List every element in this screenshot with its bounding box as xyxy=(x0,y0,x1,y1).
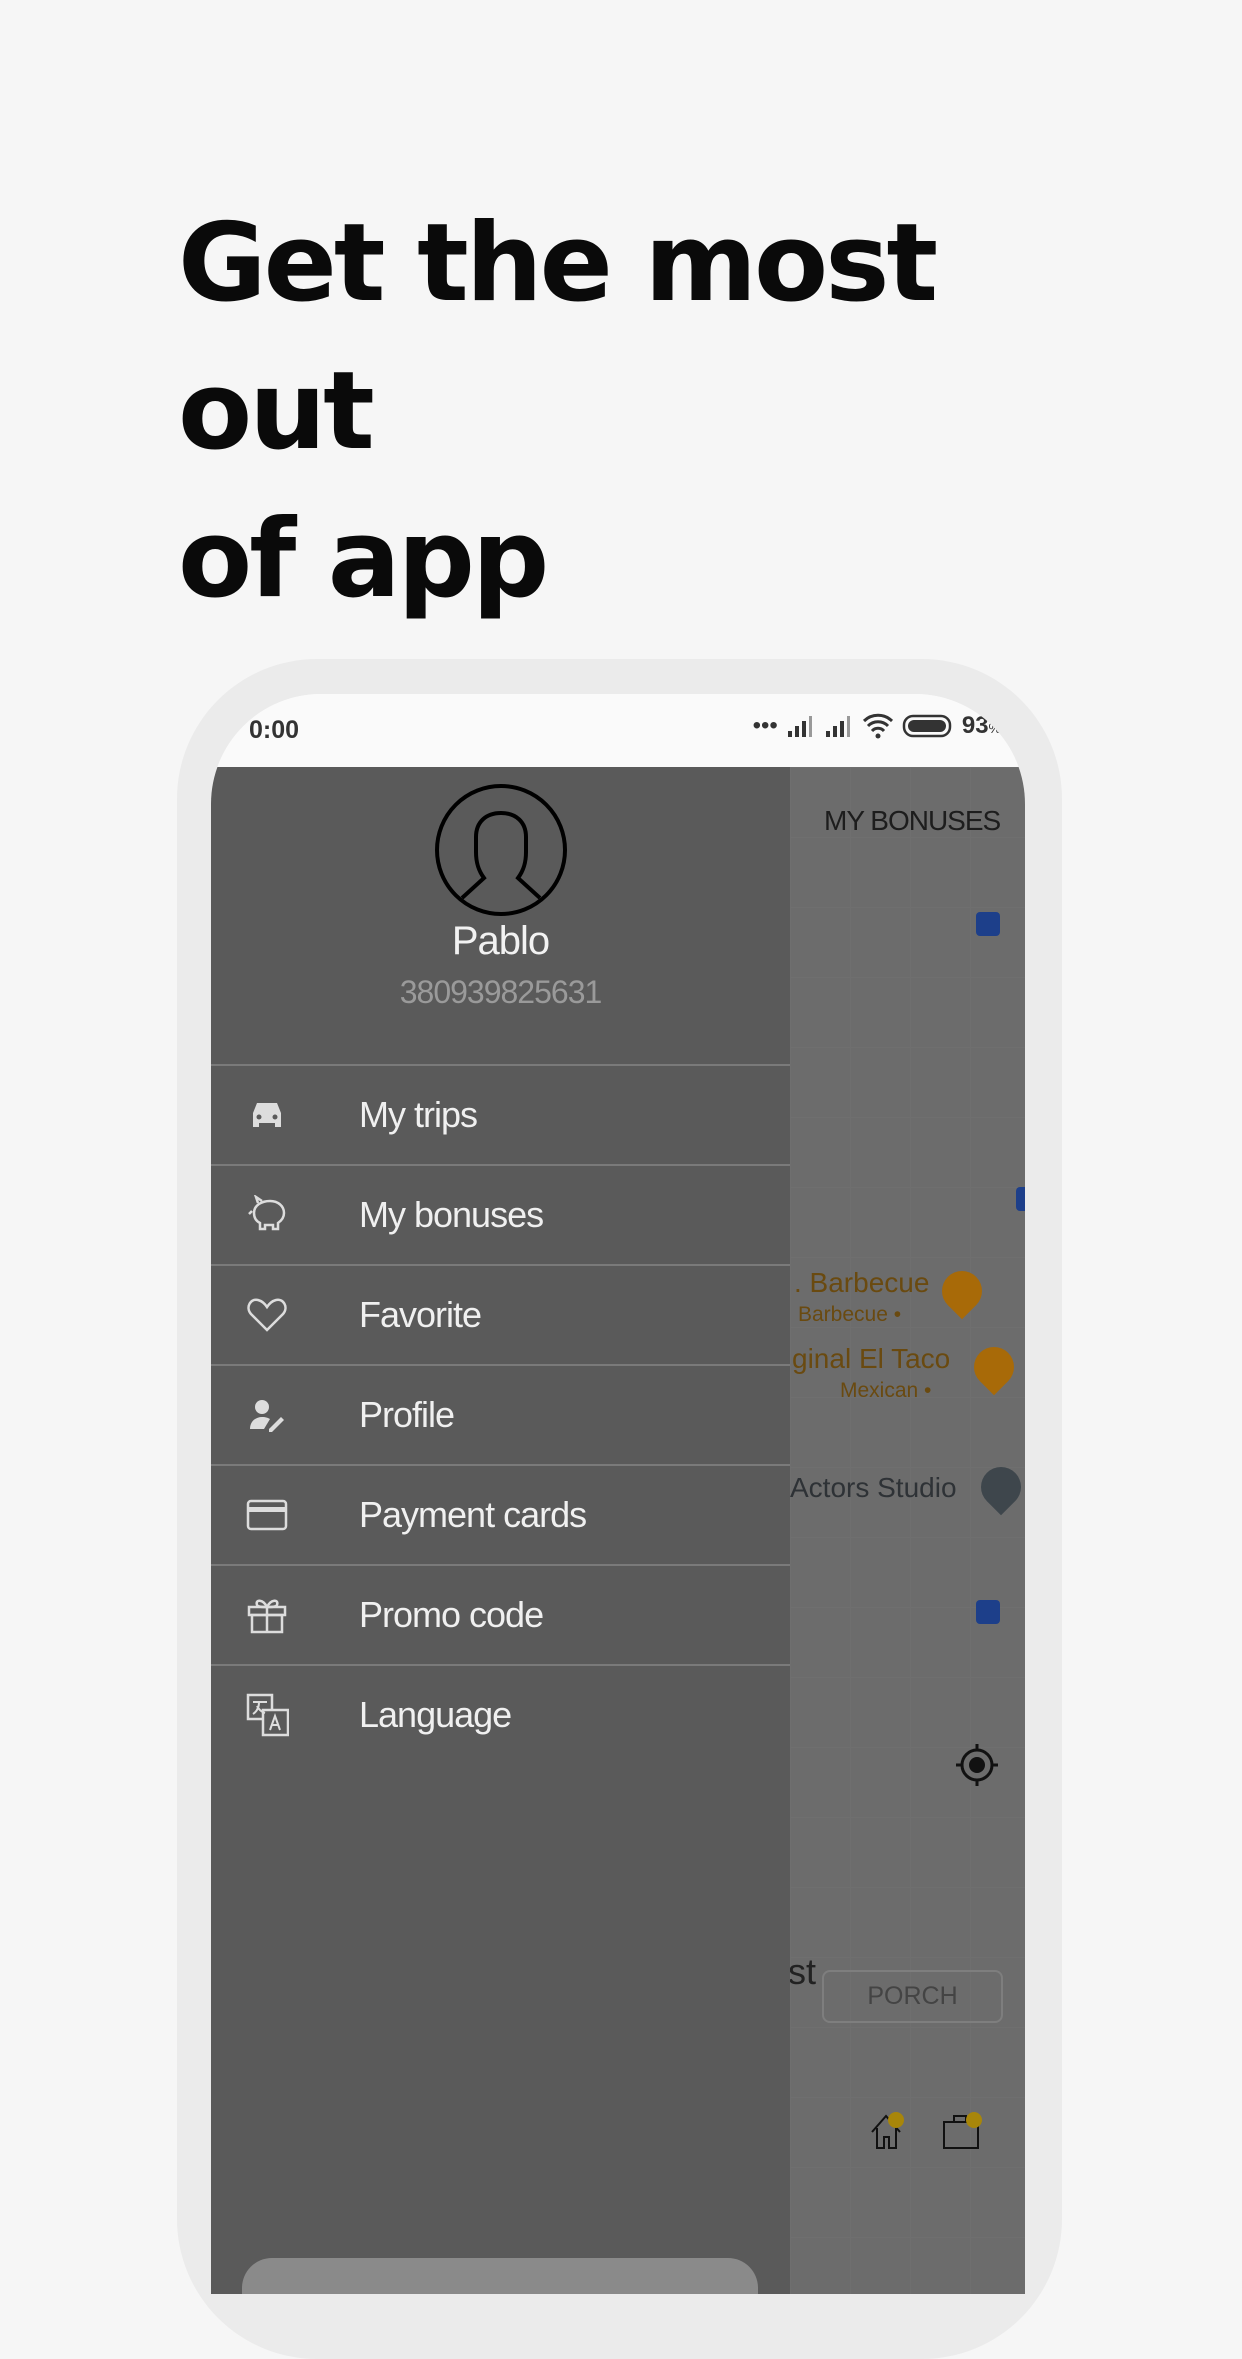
dots-icon: ••• xyxy=(752,712,778,739)
map-place-name[interactable]: . Barbecue xyxy=(794,1267,929,1299)
navigation-drawer: Pablo 380939825631 My trips My bonuses F… xyxy=(211,767,790,2294)
map-place-name[interactable]: ginal El Taco xyxy=(792,1343,950,1375)
heading-line-1: Get the most out xyxy=(178,201,938,474)
bottom-panel-handle[interactable] xyxy=(242,2258,758,2294)
signal-icon xyxy=(825,716,850,737)
map-view[interactable]: MY BONUSES . Barbecue Barbecue • ginal E… xyxy=(790,767,1025,2294)
home-add-icon[interactable] xyxy=(866,2110,910,2154)
translate-icon xyxy=(245,1693,289,1737)
work-add-icon[interactable] xyxy=(940,2110,984,2154)
car-icon xyxy=(245,1093,289,1137)
heading-line-2: of app xyxy=(178,497,549,622)
signal-icon xyxy=(787,716,812,737)
bus-stop-icon xyxy=(1016,1187,1025,1211)
drawer-menu: My trips My bonuses Favorite Profile Pay… xyxy=(211,1064,790,1764)
phone-screen: 0:00 ••• 93% MY BONUSES . Barbecue Barbe… xyxy=(211,694,1025,2294)
avatar[interactable] xyxy=(434,783,568,917)
bus-stop-icon xyxy=(976,912,1000,936)
battery-level: 93 xyxy=(961,712,989,739)
bus-stop-icon xyxy=(976,1600,1000,1624)
menu-item-payment-cards[interactable]: Payment cards xyxy=(211,1464,790,1564)
menu-item-language[interactable]: Language xyxy=(211,1664,790,1764)
credit-card-icon xyxy=(245,1493,289,1537)
gift-icon xyxy=(245,1593,289,1637)
map-place-category: Barbecue • xyxy=(798,1303,902,1326)
menu-item-my-bonuses[interactable]: My bonuses xyxy=(211,1164,790,1264)
user-edit-icon xyxy=(245,1393,289,1437)
map-place-category: Mexican • xyxy=(840,1379,932,1402)
my-location-icon[interactable] xyxy=(952,1740,1002,1790)
menu-item-promo-code[interactable]: Promo code xyxy=(211,1564,790,1664)
porch-button[interactable]: PORCH xyxy=(822,1970,1003,2023)
status-bar: 0:00 ••• 93% xyxy=(211,694,1025,767)
heart-icon xyxy=(245,1293,289,1337)
battery-icon xyxy=(902,714,952,738)
menu-item-profile[interactable]: Profile xyxy=(211,1364,790,1464)
promo-heading: Get the most out of app xyxy=(178,190,1138,634)
user-phone: 380939825631 xyxy=(399,974,603,1010)
status-time: 0:00 xyxy=(249,716,300,744)
menu-item-my-trips[interactable]: My trips xyxy=(211,1064,790,1164)
partial-address-text: st xyxy=(790,1951,817,1992)
piggy-bank-icon xyxy=(245,1193,289,1237)
map-place-name[interactable]: Actors Studio xyxy=(790,1472,957,1504)
my-bonuses-header[interactable]: MY BONUSES xyxy=(824,805,1001,837)
menu-item-favorite[interactable]: Favorite xyxy=(211,1264,790,1364)
wifi-icon xyxy=(862,713,893,739)
user-name: Pablo xyxy=(451,919,550,963)
